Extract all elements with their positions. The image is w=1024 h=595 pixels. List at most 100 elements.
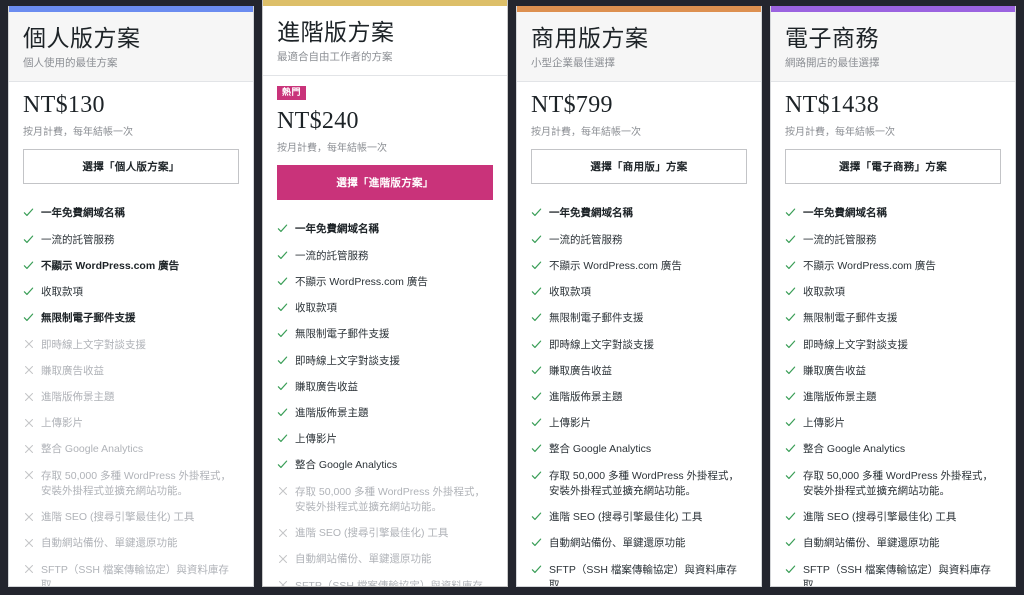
plan-price-block: NT$1438 按月計費，每年結帳一次 選擇「電子商務」方案 <box>771 82 1015 197</box>
check-icon <box>277 458 288 471</box>
feature-label: 進階版佈景主題 <box>41 391 115 403</box>
plan-card-business: 商用版方案 小型企業最佳選擇 NT$799 按月計費，每年結帳一次 選擇「商用版」方案一… <box>516 6 762 587</box>
feature-item: 一流的託管服務 <box>23 233 239 248</box>
check-icon <box>277 249 288 262</box>
feature-item: 無限制電子郵件支援 <box>23 311 239 326</box>
feature-item: 自動網站備份、單鍵還原功能 <box>531 536 747 551</box>
plan-header: 電子商務 網路開店的最佳選擇 <box>771 12 1015 83</box>
feature-label: 不顯示 WordPress.com 廣告 <box>41 259 180 272</box>
check-icon <box>531 536 542 549</box>
feature-label: 存取 50,000 多種 WordPress 外掛程式，安裝外掛程式並擴充網站功… <box>41 469 232 497</box>
check-icon <box>277 327 288 340</box>
plan-header: 商用版方案 小型企業最佳選擇 <box>517 12 761 83</box>
feature-label: 上傳影片 <box>41 417 83 430</box>
feature-item: 整合 Google Analytics <box>785 442 1001 457</box>
feature-label: 收取款項 <box>41 286 83 299</box>
check-icon <box>23 311 34 324</box>
cross-icon <box>23 390 34 403</box>
cross-icon <box>277 526 288 539</box>
feature-item: 自動網站備份、單鍵還原功能 <box>277 552 493 567</box>
plan-name: 個人版方案 <box>23 26 141 51</box>
feature-item: 即時線上文字對談支援 <box>785 338 1001 353</box>
plan-feature-list: 一年免費網域名稱 一流的託管服務 不顯示 WordPress.com 廣告 收取款項無… <box>771 196 1015 586</box>
plan-header: 個人版方案個人使用的最佳方案 <box>9 12 253 83</box>
feature-item: 即時線上文字對談支援 <box>23 338 239 353</box>
feature-item: 不顯示 WordPress.com 廣告 <box>531 259 747 274</box>
select-plan-button-personal[interactable]: 選擇「個人版方案」 <box>23 149 239 185</box>
check-icon <box>277 432 288 445</box>
feature-item: 上傳影片 <box>23 416 239 431</box>
feature-item: 賺取廣告收益 <box>531 364 747 379</box>
select-plan-button-premium[interactable]: 選擇「進階版方案」 <box>277 165 493 201</box>
feature-item: 賺取廣告收益 <box>23 364 239 379</box>
feature-item: 上傳影片 <box>785 416 1001 431</box>
check-icon <box>531 206 542 219</box>
feature-label: 進階 SEO (搜尋引擎最佳化) 工具 <box>41 511 195 524</box>
feature-label: 整合 Google Analytics <box>41 443 144 456</box>
feature-item: 無限制電子郵件支援 <box>277 327 493 342</box>
feature-item: SFTP（SSH 檔案傳輸協定）與資料庫存取 <box>277 579 493 586</box>
feature-label: 賺取廣告收益 <box>803 364 866 377</box>
check-icon <box>531 563 542 576</box>
feature-item: SFTP（SSH 檔案傳輸協定）與資料庫存取 <box>785 563 1001 586</box>
cross-icon <box>23 338 34 351</box>
feature-label: 自動網站備份、單鍵還原功能 <box>803 537 940 550</box>
feature-label: 進階版佈景主題 <box>295 407 369 419</box>
feature-label: 進階 SEO (搜尋引擎最佳化) 工具 <box>295 527 449 540</box>
feature-item: 賺取廣告收益 <box>785 364 1001 379</box>
feature-label: 一年免費網域名稱 <box>549 207 633 220</box>
check-icon <box>785 536 796 549</box>
feature-label: 無限制電子郵件支援 <box>549 312 644 325</box>
select-plan-button-ecommerce[interactable]: 選擇「電子商務」方案 <box>785 149 1001 185</box>
check-icon <box>785 563 796 576</box>
feature-label: 賺取廣告收益 <box>295 380 358 393</box>
feature-item: 上傳影片 <box>277 432 493 447</box>
check-icon <box>23 206 34 219</box>
feature-label: 存取 50,000 多種 WordPress 外掛程式，安裝外掛程式並擴充網站功… <box>549 469 740 497</box>
feature-item: 上傳影片 <box>531 416 747 431</box>
feature-item: 進階版佈景主題 <box>23 390 239 405</box>
feature-item: 一年免費網域名稱 <box>277 222 493 237</box>
feature-label: 即時線上文字對談支援 <box>41 338 146 351</box>
check-icon <box>785 206 796 219</box>
feature-item: 存取 50,000 多種 WordPress 外掛程式，安裝外掛程式並擴充網站功… <box>277 485 493 515</box>
feature-item: 一年免費網域名稱 <box>785 206 1001 221</box>
cross-icon <box>277 552 288 565</box>
check-icon <box>23 285 34 298</box>
plan-price-block: 熱門 NT$240 按月計費，每年結帳一次 選擇「進階版方案」 <box>263 76 507 213</box>
feature-label: SFTP（SSH 檔案傳輸協定）與資料庫存取 <box>549 563 737 586</box>
feature-item: 不顯示 WordPress.com 廣告 <box>785 259 1001 274</box>
check-icon <box>785 364 796 377</box>
cross-icon <box>23 442 34 455</box>
plan-tagline: 最適合自由工作者的方案 <box>277 51 393 64</box>
check-icon <box>785 338 796 351</box>
cross-icon <box>277 579 288 586</box>
check-icon <box>531 390 542 403</box>
check-icon <box>785 233 796 246</box>
check-icon <box>277 222 288 235</box>
feature-item: 即時線上文字對談支援 <box>531 338 747 353</box>
plan-price: NT$1438 <box>785 92 880 119</box>
plan-name: 進階版方案 <box>277 20 395 45</box>
plan-tagline: 網路開店的最佳選擇 <box>785 57 880 70</box>
feature-label: SFTP（SSH 檔案傳輸協定）與資料庫存取 <box>295 579 483 586</box>
feature-item: 無限制電子郵件支援 <box>531 311 747 326</box>
feature-item: 收取款項 <box>785 285 1001 300</box>
feature-label: 進階版佈景主題 <box>549 391 623 403</box>
feature-item: 進階版佈景主題 <box>785 390 1001 405</box>
check-icon <box>531 442 542 455</box>
check-icon <box>785 416 796 429</box>
feature-label: 賺取廣告收益 <box>549 364 612 377</box>
feature-item: 無限制電子郵件支援 <box>785 311 1001 326</box>
check-icon <box>531 338 542 351</box>
feature-label: 無限制電子郵件支援 <box>803 312 898 325</box>
feature-item: 存取 50,000 多種 WordPress 外掛程式，安裝外掛程式並擴充網站功… <box>785 469 1001 499</box>
feature-label: 一流的託管服務 <box>41 233 115 246</box>
plan-feature-list: 一年免費網域名稱 一流的託管服務 不顯示 WordPress.com 廣告 收取款項無… <box>9 196 253 586</box>
check-icon <box>531 259 542 272</box>
select-plan-button-business[interactable]: 選擇「商用版」方案 <box>531 149 747 185</box>
feature-item: 賺取廣告收益 <box>277 380 493 395</box>
plan-tagline: 個人使用的最佳方案 <box>23 57 118 70</box>
feature-label: 上傳影片 <box>295 433 337 446</box>
feature-item: 存取 50,000 多種 WordPress 外掛程式，安裝外掛程式並擴充網站功… <box>531 469 747 499</box>
